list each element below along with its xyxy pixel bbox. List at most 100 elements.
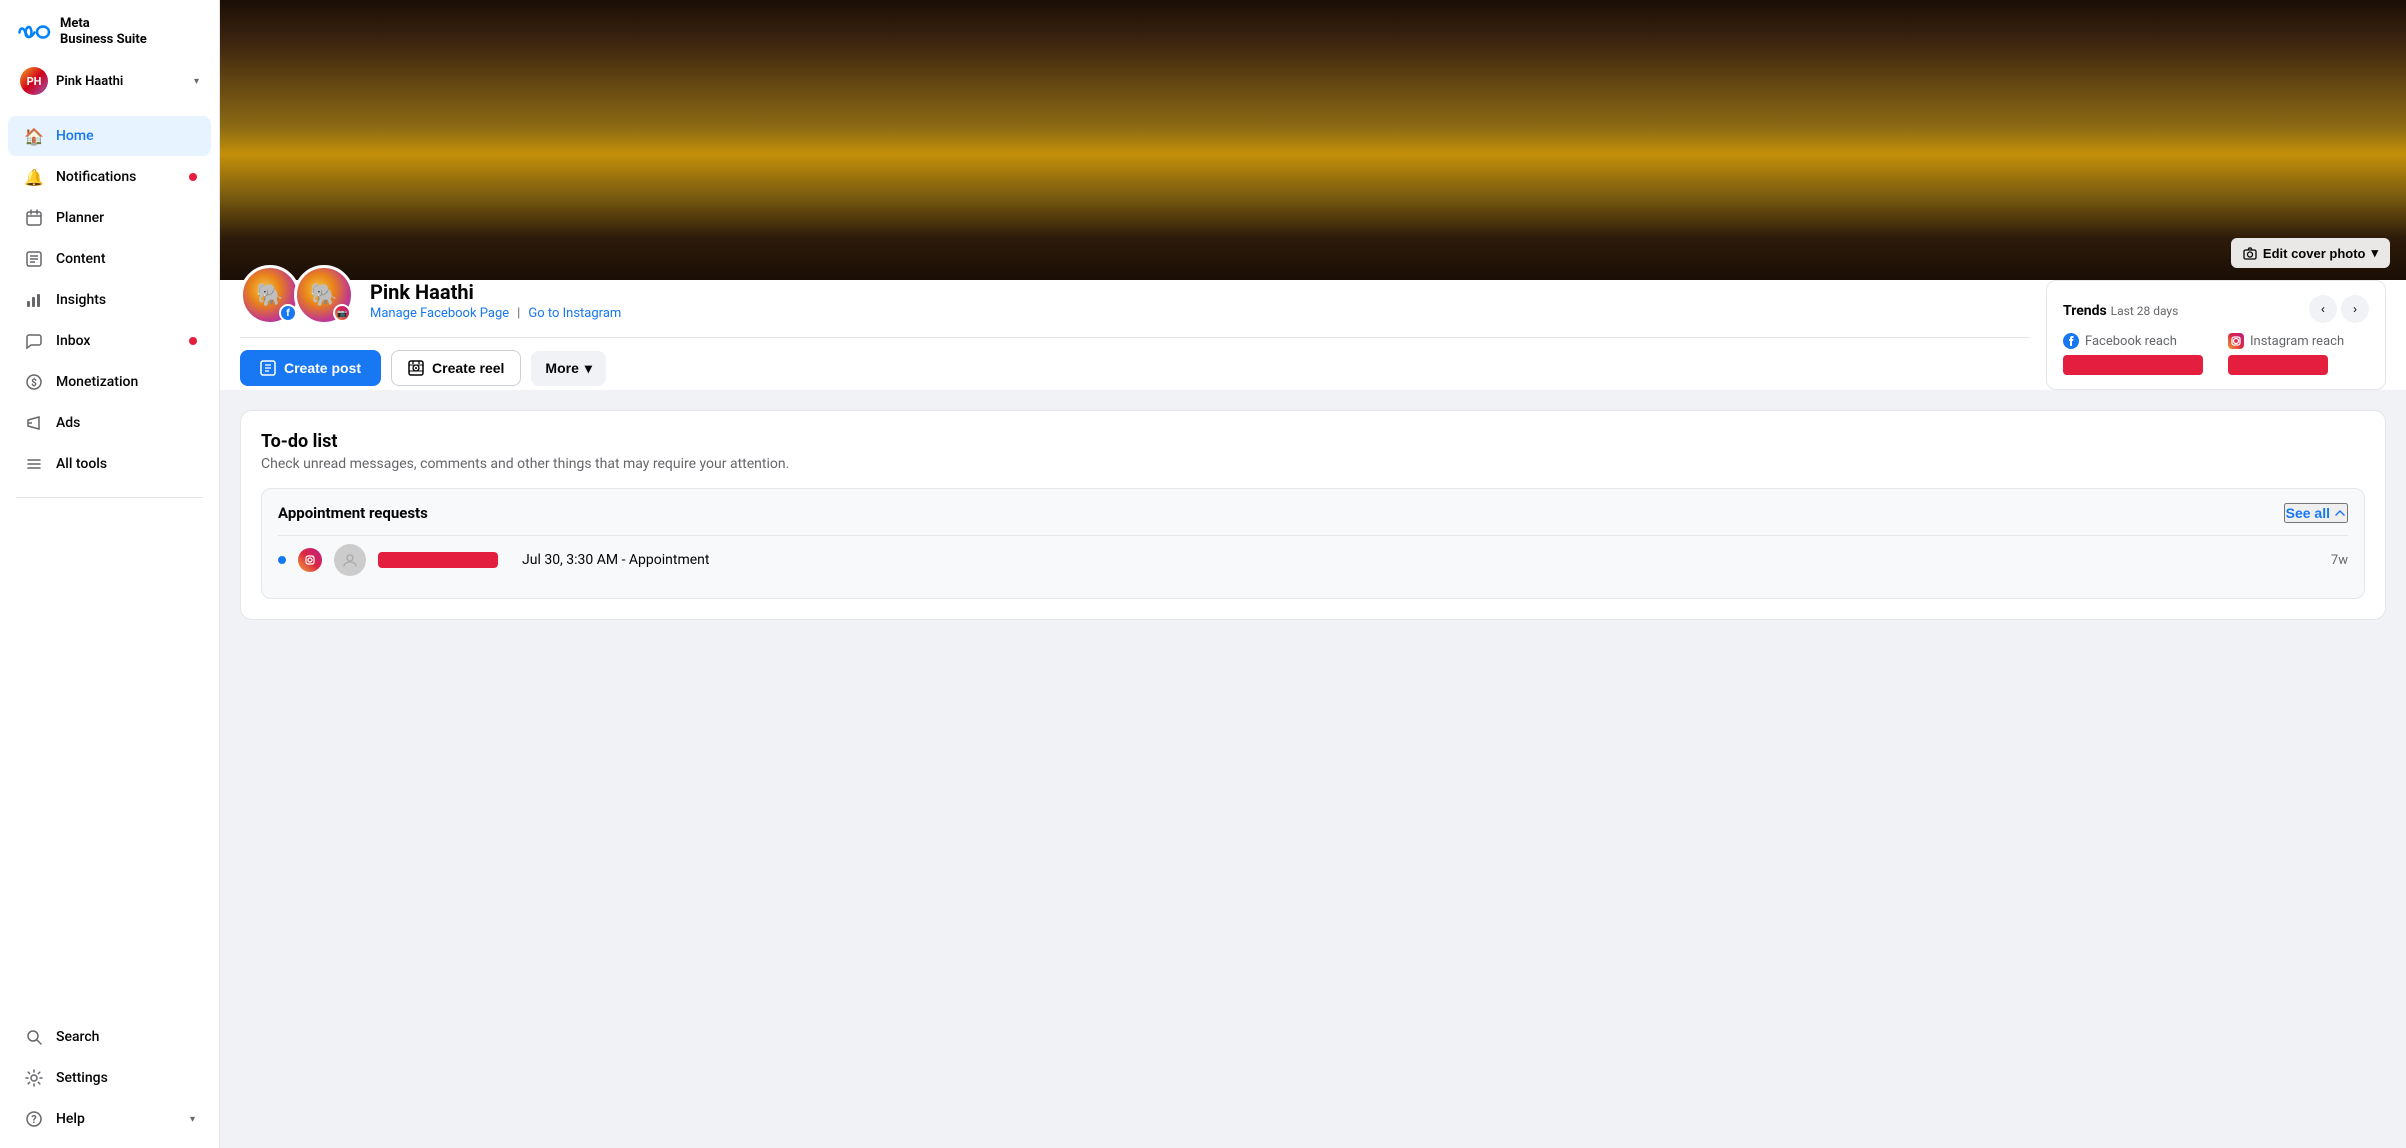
ig-reach-text: Instagram reach — [2250, 334, 2344, 349]
edit-cover-label: Edit cover photo — [2263, 246, 2366, 261]
appointment-details: Jul 30, 3:30 AM - Appointment — [522, 552, 2319, 568]
facebook-badge-icon: f — [279, 304, 297, 322]
nav-label-settings: Settings — [56, 1070, 108, 1086]
trends-header: Trends Last 28 days ‹ › — [2063, 295, 2369, 323]
nav-item-notifications[interactable]: 🔔 Notifications — [8, 157, 211, 197]
nav-label-planner: Planner — [56, 210, 104, 226]
avatar-emoji-2: 🐘 — [310, 283, 337, 308]
manage-facebook-link[interactable]: Manage Facebook Page — [370, 306, 509, 321]
profile-name: Pink Haathi — [370, 280, 2030, 304]
fb-reach-label: Facebook reach — [2063, 333, 2204, 349]
nav-item-home[interactable]: 🏠 Home — [8, 116, 211, 156]
facebook-reach-metric: Facebook reach — [2063, 333, 2204, 375]
nav-label-all-tools: All tools — [56, 456, 107, 472]
help-icon: ? — [24, 1109, 44, 1129]
account-name: Pink Haathi — [56, 74, 186, 89]
inbox-badge — [189, 337, 197, 345]
nav-item-ads[interactable]: Ads — [8, 403, 211, 443]
profile-avatars: 🐘 f 🐘 📷 — [240, 265, 354, 325]
profile-left: 🐘 f 🐘 📷 Pink Haathi Manage Facebook Page — [240, 280, 2030, 390]
card-title: Appointment requests — [278, 504, 428, 522]
search-icon — [24, 1027, 44, 1047]
avatar-emoji-1: 🐘 — [256, 283, 283, 308]
card-header: Appointment requests See all — [278, 503, 2348, 523]
account-switcher[interactable]: PH Pink Haathi ▾ — [10, 59, 209, 103]
nav-item-planner[interactable]: Planner — [8, 198, 211, 238]
ig-reach-label: Instagram reach — [2228, 333, 2369, 349]
link-separator: | — [517, 306, 520, 321]
camera-icon — [2243, 246, 2257, 260]
edit-cover-photo-button[interactable]: Edit cover photo ▾ — [2231, 238, 2390, 268]
create-post-label: Create post — [284, 360, 361, 376]
trends-title-area: Trends Last 28 days — [2063, 300, 2178, 319]
nav-label-monetization: Monetization — [56, 374, 138, 390]
appointment-row: Jul 30, 3:30 AM - Appointment 7w — [278, 535, 2348, 584]
profile-avatar-facebook: 🐘 f — [240, 265, 300, 325]
account-chevron-icon: ▾ — [194, 76, 199, 87]
see-all-label: See all — [2286, 505, 2330, 521]
logo-area: Meta Business Suite — [0, 0, 219, 59]
home-icon: 🏠 — [24, 126, 44, 146]
nav-item-help[interactable]: ? Help ▾ — [8, 1099, 211, 1139]
trends-nav-controls: ‹ › — [2309, 295, 2369, 323]
svg-text:$: $ — [31, 376, 37, 389]
main-content: Edit cover photo ▾ 🐘 f 🐘 📷 — [220, 0, 2406, 1148]
profile-avatar-instagram: 🐘 📷 — [294, 265, 354, 325]
account-avatar: PH — [20, 67, 48, 95]
svg-text:?: ? — [31, 1113, 37, 1126]
instagram-reach-bar — [2228, 355, 2328, 375]
profile-links: Manage Facebook Page | Go to Instagram — [370, 306, 2030, 321]
appointment-time: 7w — [2331, 553, 2348, 568]
app-name: Meta Business Suite — [60, 16, 147, 47]
appointment-name-redacted — [378, 552, 498, 568]
facebook-icon — [2063, 333, 2079, 349]
more-label: More — [545, 360, 578, 376]
instagram-icon — [2228, 333, 2244, 349]
sidebar-bottom: Search Settings ? Help ▾ — [0, 1008, 219, 1148]
nav-label-inbox: Inbox — [56, 333, 90, 349]
inbox-icon — [24, 331, 44, 351]
more-button[interactable]: More ▾ — [531, 351, 605, 386]
more-chevron-icon: ▾ — [585, 360, 592, 377]
profile-trends-row: 🐘 f 🐘 📷 Pink Haathi Manage Facebook Page — [240, 280, 2386, 390]
create-reel-button[interactable]: Create reel — [391, 350, 521, 386]
trends-title: Trends — [2063, 303, 2107, 319]
main-nav: 🏠 Home 🔔 Notifications Planner Content I… — [0, 111, 219, 489]
go-to-instagram-link[interactable]: Go to Instagram — [528, 306, 621, 321]
todo-title: To-do list — [261, 431, 2365, 452]
meta-logo-icon — [16, 22, 52, 42]
profile-info: Pink Haathi Manage Facebook Page | Go to… — [370, 280, 2030, 325]
content-area: To-do list Check unread messages, commen… — [220, 390, 2406, 640]
nav-item-inbox[interactable]: Inbox — [8, 321, 211, 361]
nav-label-help: Help — [56, 1111, 85, 1127]
nav-label-content: Content — [56, 251, 106, 267]
insights-icon — [24, 290, 44, 310]
nav-item-all-tools[interactable]: All tools — [8, 444, 211, 484]
see-all-button[interactable]: See all — [2284, 503, 2348, 523]
notifications-badge — [189, 173, 197, 181]
create-post-button[interactable]: Create post — [240, 350, 381, 386]
trends-metrics: Facebook reach — [2063, 333, 2369, 375]
nav-item-search[interactable]: Search — [8, 1017, 211, 1057]
help-chevron-icon: ▾ — [190, 1114, 195, 1125]
nav-label-search: Search — [56, 1029, 99, 1045]
facebook-reach-bar — [2063, 355, 2203, 375]
nav-label-notifications: Notifications — [56, 169, 136, 185]
trends-panel: Trends Last 28 days ‹ › — [2046, 280, 2386, 390]
reel-icon — [408, 360, 424, 376]
trends-next-button[interactable]: › — [2341, 295, 2369, 323]
appointment-avatar — [334, 544, 366, 576]
nav-item-monetization[interactable]: $ Monetization — [8, 362, 211, 402]
account-initials: PH — [27, 75, 42, 88]
all-tools-icon — [24, 454, 44, 474]
nav-item-insights[interactable]: Insights — [8, 280, 211, 320]
edit-cover-chevron-icon: ▾ — [2371, 245, 2378, 261]
nav-item-content[interactable]: Content — [8, 239, 211, 279]
create-reel-label: Create reel — [432, 360, 504, 376]
appointment-ig-icon — [298, 548, 322, 572]
action-buttons-row: Create post Create reel — [240, 337, 2030, 390]
unread-dot — [278, 556, 286, 564]
nav-item-settings[interactable]: Settings — [8, 1058, 211, 1098]
trends-prev-button[interactable]: ‹ — [2309, 295, 2337, 323]
nav-label-insights: Insights — [56, 292, 106, 308]
